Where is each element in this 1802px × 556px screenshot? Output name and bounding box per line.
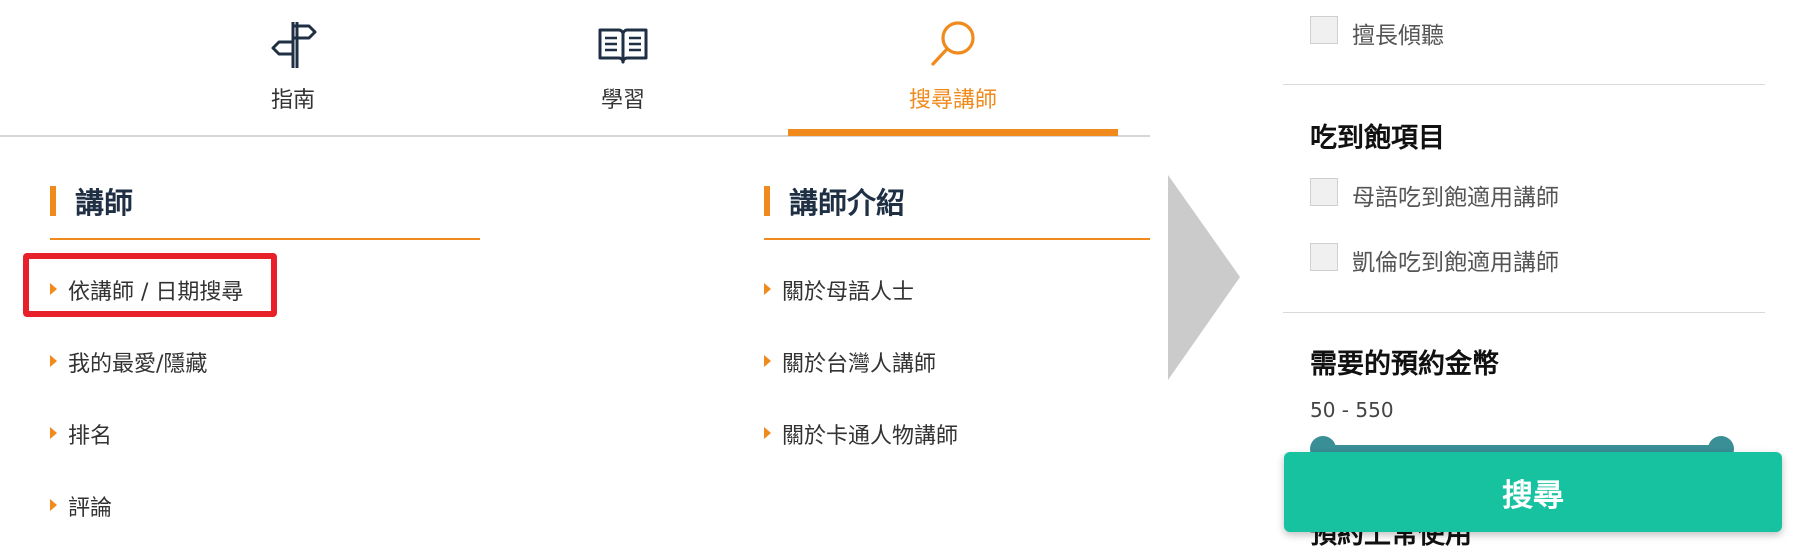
checkbox[interactable] <box>1310 178 1338 206</box>
bullet-icon <box>764 283 771 295</box>
tab-learn[interactable]: 學習 <box>458 0 788 134</box>
coin-range-text: 50 - 550 <box>1310 398 1394 422</box>
checkbox[interactable] <box>1310 16 1338 44</box>
filter-divider <box>1283 84 1765 85</box>
bullet-icon <box>50 499 57 511</box>
section-intro-header: 講師介紹 <box>764 178 1150 240</box>
highlight-box <box>23 253 277 317</box>
book-icon <box>598 28 648 64</box>
section-teachers-header: 講師 <box>50 178 480 240</box>
tab-label: 學習 <box>600 88 645 113</box>
bullet-icon <box>50 355 57 367</box>
tab-label: 搜尋講師 <box>908 88 997 113</box>
bullet-icon <box>764 355 771 367</box>
section-title: 講師介紹 <box>789 186 906 220</box>
filter-title-buffet: 吃到飽項目 <box>1310 123 1445 154</box>
search-button[interactable]: 搜尋 <box>1284 452 1782 532</box>
bullet-icon <box>764 427 771 439</box>
bullet-icon <box>50 427 57 439</box>
tab-label: 指南 <box>270 88 315 113</box>
arrow-right-icon <box>1168 175 1240 380</box>
checkbox[interactable] <box>1310 243 1338 271</box>
search-icon <box>931 21 975 66</box>
section-accent-bar <box>764 186 770 216</box>
section-title: 講師 <box>75 186 134 220</box>
active-tab-indicator <box>788 129 1118 136</box>
filter-divider <box>1283 312 1765 313</box>
filter-title-coins: 需要的預約金幣 <box>1310 349 1499 380</box>
section-accent-bar <box>50 186 56 216</box>
signpost-icon <box>271 22 317 68</box>
tab-guide[interactable]: 指南 <box>128 0 458 134</box>
tab-search-teacher[interactable]: 搜尋講師 <box>788 0 1118 134</box>
